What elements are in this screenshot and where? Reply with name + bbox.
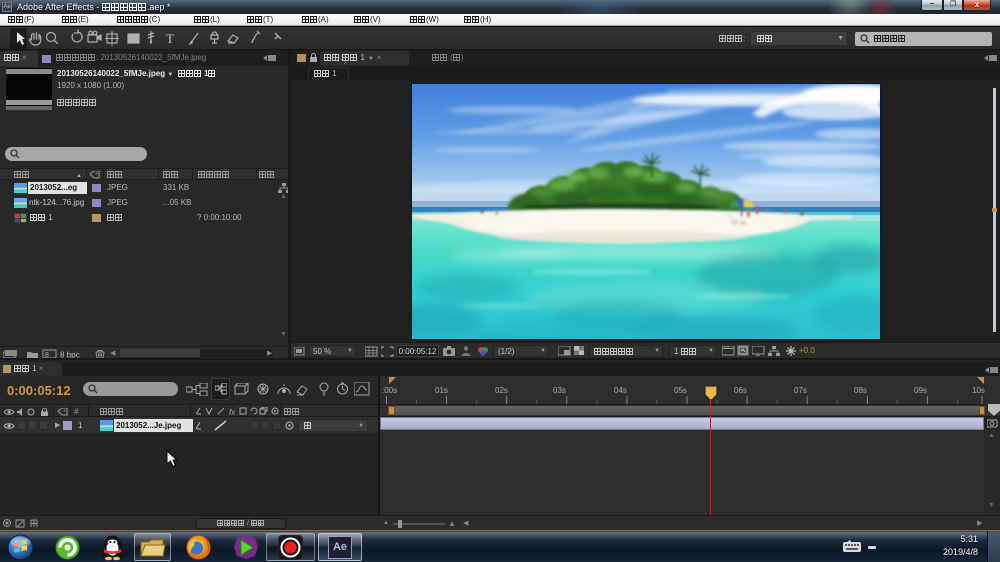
svg-text:T: T <box>166 31 174 46</box>
svg-text:fx: fx <box>229 408 236 416</box>
